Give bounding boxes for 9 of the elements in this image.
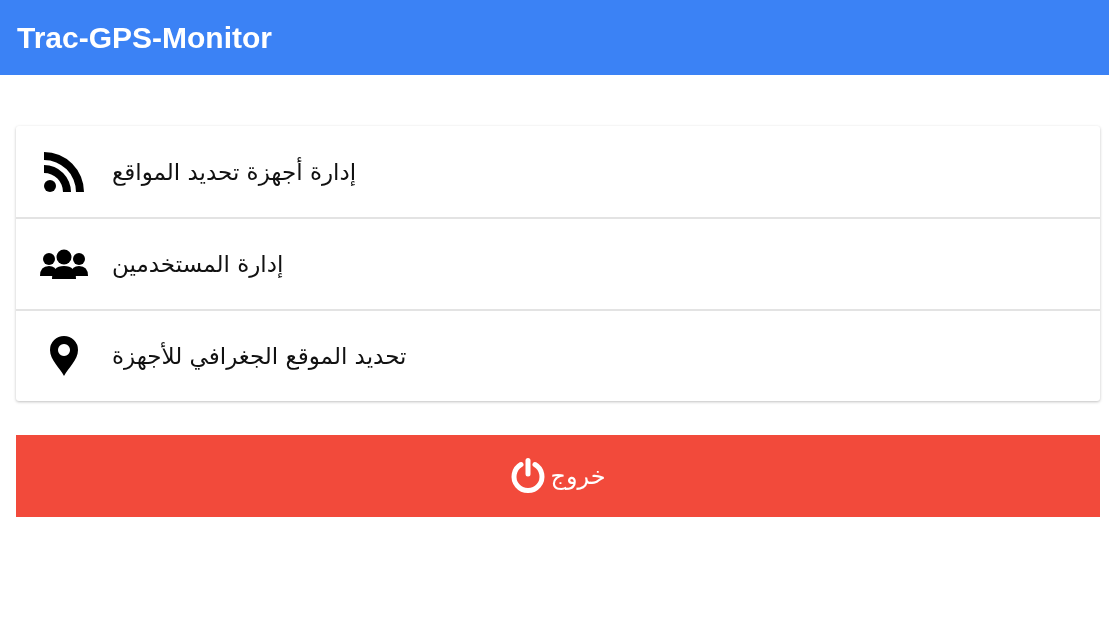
menu-item[interactable]: إدارة أجهزة تحديد المواقع <box>16 126 1100 217</box>
power-icon <box>510 458 547 494</box>
users-icon <box>40 249 88 279</box>
rss-feed-icon <box>42 149 86 194</box>
map-pin-icon <box>50 336 78 376</box>
menu-item[interactable]: إدارة المستخدمين <box>16 217 1100 309</box>
menu-item[interactable]: تحديد الموقع الجغرافي للأجهزة <box>16 309 1100 401</box>
app-title: Trac-GPS-Monitor <box>17 20 272 55</box>
logout-button[interactable]: خروج <box>16 435 1100 517</box>
